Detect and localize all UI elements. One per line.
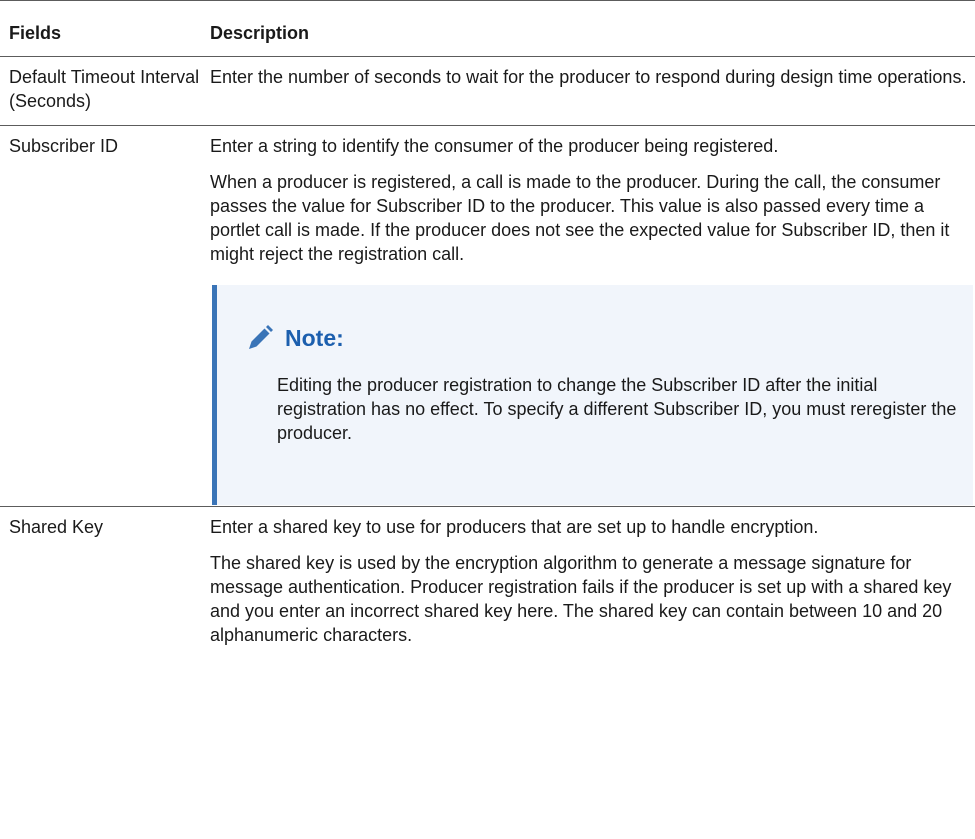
note-heading: Note: (245, 323, 961, 353)
description-paragraph: Enter a shared key to use for producers … (210, 517, 819, 537)
header-description: Description (210, 23, 310, 43)
field-description: Enter a shared key to use for producers … (210, 507, 975, 647)
description-paragraph: Enter a string to identify the consumer … (210, 136, 779, 156)
table-row: Default Timeout Interval (Seconds) Enter… (0, 56, 975, 125)
note-title: Note: (285, 325, 344, 351)
note-callout: Note: Editing the producer registration … (212, 285, 973, 505)
description-paragraph: The shared key is used by the encryption… (210, 553, 952, 645)
description-paragraph: Enter the number of seconds to wait for … (210, 67, 967, 87)
table-row: Subscriber ID Enter a string to identify… (0, 125, 975, 506)
field-name: Shared Key (9, 517, 104, 537)
description-paragraph: When a producer is registered, a call is… (210, 172, 950, 264)
table-header-row: Fields Description (0, 0, 975, 56)
table-row: Shared Key Enter a shared key to use for… (0, 506, 975, 647)
field-name: Subscriber ID (9, 136, 119, 156)
pencil-icon (249, 325, 273, 349)
field-description: Enter a string to identify the consumer … (210, 126, 975, 506)
field-description: Enter the number of seconds to wait for … (210, 57, 975, 125)
note-body: Editing the producer registration to cha… (277, 375, 957, 443)
header-fields: Fields (9, 23, 62, 43)
field-name: Default Timeout Interval (Seconds) (9, 67, 200, 111)
fields-table: Fields Description Default Timeout Inter… (0, 0, 975, 647)
